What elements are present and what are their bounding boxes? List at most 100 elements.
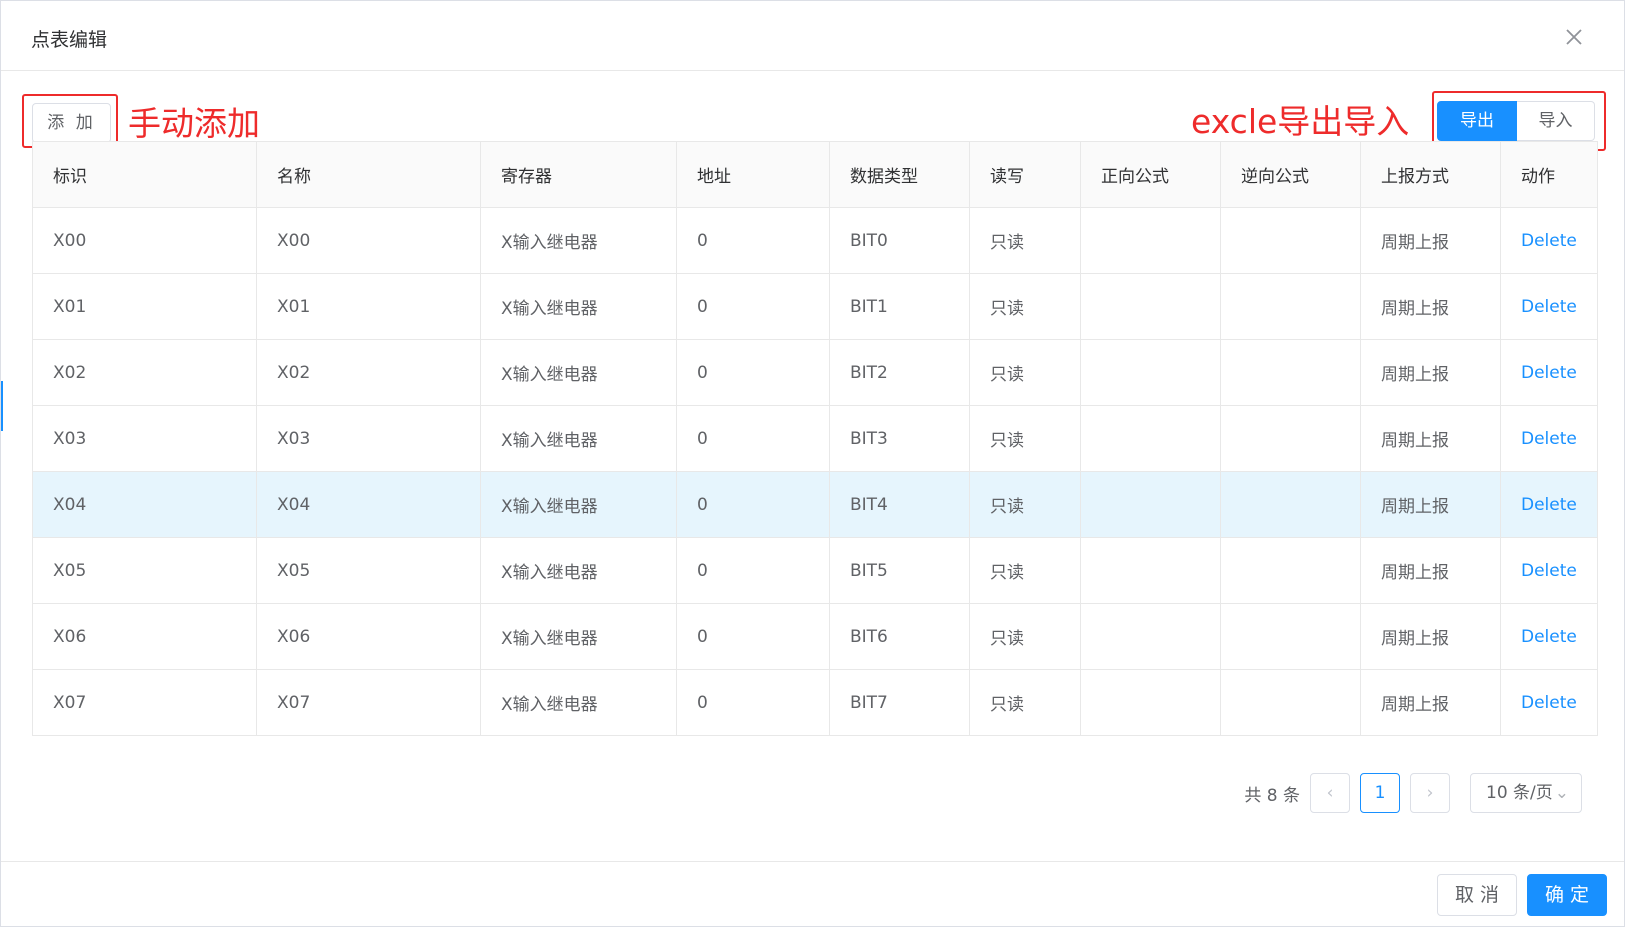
cell-register: X输入继电器 (480, 537, 677, 604)
table-row[interactable]: X03 X03 X输入继电器 0 BIT3 只读 周期上报 Delete (32, 405, 1598, 472)
column-header-id: 标识 (32, 141, 257, 208)
cell-id: X04 (32, 471, 257, 538)
close-icon[interactable] (1564, 27, 1584, 47)
cell-register: X输入继电器 (480, 207, 677, 274)
cell-read-write: 只读 (969, 207, 1081, 274)
cell-reverse-formula (1220, 207, 1361, 274)
page-size-select[interactable]: 10 条/页 ⌄ (1470, 773, 1582, 813)
point-table-dialog: 点表编辑 添 加 手动添加 excle导出导入 导出 导入 标识 名称 寄存器 (0, 0, 1625, 927)
cell-register: X输入继电器 (480, 471, 677, 538)
cell-report-mode: 周期上报 (1360, 207, 1501, 274)
annotation-excel-io: excle导出导入 (1191, 102, 1410, 141)
cell-register: X输入继电器 (480, 669, 677, 736)
left-edge-indicator (1, 381, 3, 431)
cell-data-type: BIT3 (829, 405, 970, 472)
cell-report-mode: 周期上报 (1360, 537, 1501, 604)
cell-data-type: BIT7 (829, 669, 970, 736)
cell-address: 0 (676, 207, 830, 274)
export-import-group: 导出 导入 (1437, 101, 1595, 141)
annotation-box-add (22, 94, 118, 148)
cell-address: 0 (676, 471, 830, 538)
cell-forward-formula (1080, 339, 1221, 406)
delete-link[interactable]: Delete (1521, 693, 1577, 713)
cell-id: X00 (32, 207, 257, 274)
column-header-action: 动作 (1500, 141, 1598, 208)
cell-read-write: 只读 (969, 405, 1081, 472)
chevron-right-icon[interactable]: › (1410, 773, 1450, 813)
cell-register: X输入继电器 (480, 405, 677, 472)
cell-register: X输入继电器 (480, 273, 677, 340)
cell-address: 0 (676, 603, 830, 670)
column-header-report-mode: 上报方式 (1360, 141, 1501, 208)
cell-action: Delete (1500, 273, 1598, 340)
delete-link[interactable]: Delete (1521, 363, 1577, 383)
delete-link[interactable]: Delete (1521, 495, 1577, 515)
cell-id: X01 (32, 273, 257, 340)
table-row[interactable]: X07 X07 X输入继电器 0 BIT7 只读 周期上报 Delete (32, 669, 1598, 736)
page-number-button[interactable]: 1 (1360, 773, 1400, 813)
cancel-button[interactable]: 取 消 (1437, 874, 1517, 916)
import-button[interactable]: 导入 (1517, 101, 1595, 141)
cell-name: X06 (256, 603, 481, 670)
cell-register: X输入继电器 (480, 603, 677, 670)
cell-data-type: BIT4 (829, 471, 970, 538)
export-button[interactable]: 导出 (1437, 101, 1517, 141)
column-header-name: 名称 (256, 141, 481, 208)
cell-data-type: BIT5 (829, 537, 970, 604)
table-row[interactable]: X06 X06 X输入继电器 0 BIT6 只读 周期上报 Delete (32, 603, 1598, 670)
cell-action: Delete (1500, 405, 1598, 472)
table-header-row: 标识 名称 寄存器 地址 数据类型 读写 正向公式 逆向公式 上报方式 动作 (32, 141, 1598, 208)
table-row[interactable]: X02 X02 X输入继电器 0 BIT2 只读 周期上报 Delete (32, 339, 1598, 406)
cell-forward-formula (1080, 603, 1221, 670)
cell-read-write: 只读 (969, 537, 1081, 604)
delete-link[interactable]: Delete (1521, 561, 1577, 581)
cell-address: 0 (676, 339, 830, 406)
cell-id: X03 (32, 405, 257, 472)
cell-action: Delete (1500, 339, 1598, 406)
chevron-left-icon[interactable]: ‹ (1310, 773, 1350, 813)
cell-name: X01 (256, 273, 481, 340)
cell-data-type: BIT1 (829, 273, 970, 340)
cell-forward-formula (1080, 273, 1221, 340)
cell-register: X输入继电器 (480, 339, 677, 406)
table-row[interactable]: X00 X00 X输入继电器 0 BIT0 只读 周期上报 Delete (32, 207, 1598, 274)
point-table: 标识 名称 寄存器 地址 数据类型 读写 正向公式 逆向公式 上报方式 动作 X… (32, 141, 1598, 736)
cell-name: X07 (256, 669, 481, 736)
table-row[interactable]: X05 X05 X输入继电器 0 BIT5 只读 周期上报 Delete (32, 537, 1598, 604)
cell-report-mode: 周期上报 (1360, 273, 1501, 340)
table-row[interactable]: X01 X01 X输入继电器 0 BIT1 只读 周期上报 Delete (32, 273, 1598, 340)
confirm-button[interactable]: 确 定 (1527, 874, 1607, 916)
delete-link[interactable]: Delete (1521, 231, 1577, 251)
pagination-total: 共 8 条 (1244, 785, 1300, 806)
dialog-footer: 取 消 确 定 (1, 861, 1624, 928)
cell-report-mode: 周期上报 (1360, 339, 1501, 406)
cell-read-write: 只读 (969, 339, 1081, 406)
delete-link[interactable]: Delete (1521, 627, 1577, 647)
delete-link[interactable]: Delete (1521, 297, 1577, 317)
cell-action: Delete (1500, 537, 1598, 604)
cell-read-write: 只读 (969, 273, 1081, 340)
delete-link[interactable]: Delete (1521, 429, 1577, 449)
cell-action: Delete (1500, 207, 1598, 274)
cell-id: X07 (32, 669, 257, 736)
cell-id: X02 (32, 339, 257, 406)
cell-reverse-formula (1220, 669, 1361, 736)
cell-reverse-formula (1220, 537, 1361, 604)
cell-read-write: 只读 (969, 471, 1081, 538)
cell-reverse-formula (1220, 273, 1361, 340)
cell-reverse-formula (1220, 339, 1361, 406)
cell-address: 0 (676, 273, 830, 340)
pagination: 共 8 条 ‹ 1 › 10 条/页 ⌄ (1244, 773, 1582, 813)
dialog-header: 点表编辑 (1, 1, 1624, 71)
column-header-forward-formula: 正向公式 (1080, 141, 1221, 208)
cell-id: X06 (32, 603, 257, 670)
cell-address: 0 (676, 669, 830, 736)
cell-reverse-formula (1220, 603, 1361, 670)
cell-read-write: 只读 (969, 669, 1081, 736)
annotation-manual-add: 手动添加 (128, 104, 260, 143)
dialog-title: 点表编辑 (31, 29, 108, 51)
chevron-down-icon: ⌄ (1554, 783, 1569, 803)
table-row-highlighted[interactable]: X04 X04 X输入继电器 0 BIT4 只读 周期上报 Delete (32, 471, 1598, 538)
cell-reverse-formula (1220, 405, 1361, 472)
cell-action: Delete (1500, 471, 1598, 538)
